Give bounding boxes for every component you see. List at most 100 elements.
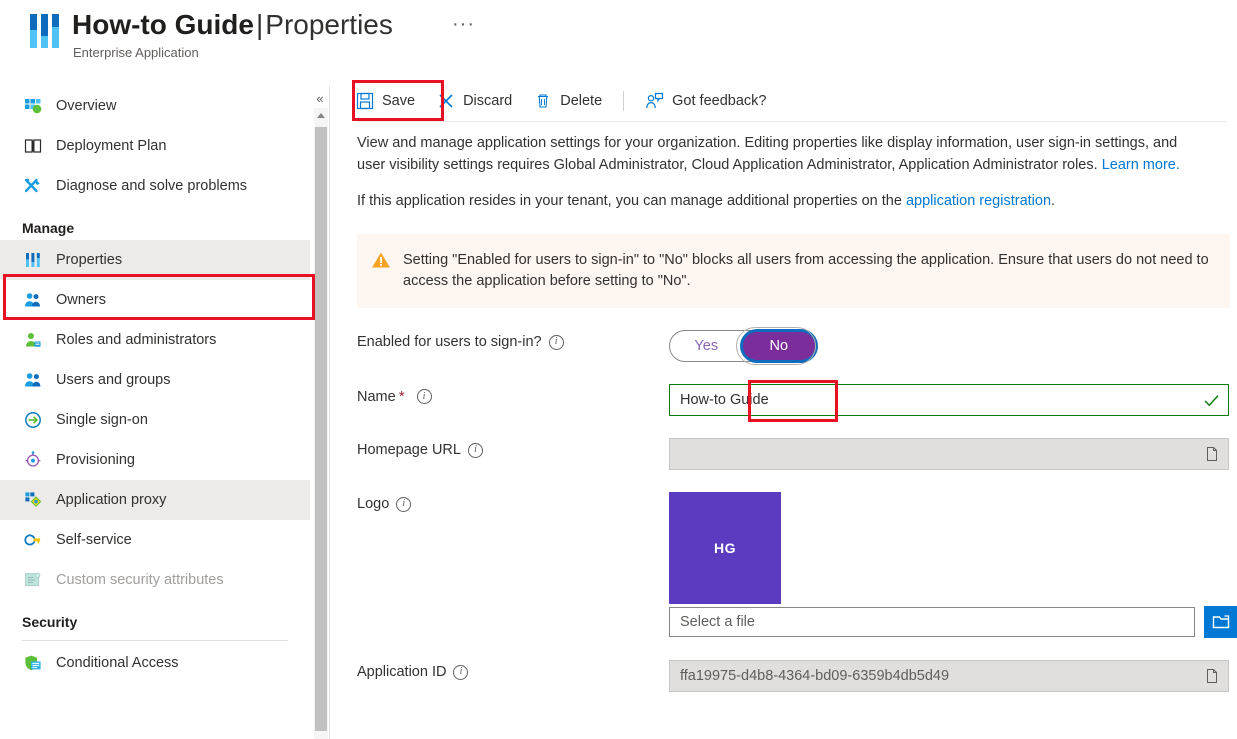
sidebar-item-label: Application proxy xyxy=(56,491,166,509)
application-id-label: Application ID xyxy=(357,664,446,680)
field-row-homepage-url: Homepage URL i xyxy=(357,438,1237,470)
got-feedback-label: Got feedback? xyxy=(672,93,766,109)
delete-button[interactable]: Delete xyxy=(523,84,613,118)
folder-browse-icon[interactable] xyxy=(1204,606,1237,638)
enabled-signin-toggle[interactable]: Yes No xyxy=(669,330,817,362)
sidebar-nav: Overview Deployment Plan Diagnose and solv… xyxy=(0,86,310,739)
description-1-text: View and manage application settings for… xyxy=(357,135,1177,173)
conditional-access-shield-icon xyxy=(22,654,44,672)
logo-file-input[interactable]: Select a file xyxy=(669,607,1195,637)
sidebar-item-label: Conditional Access xyxy=(56,654,179,672)
command-bar: Save Discard Delete Got feedback? xyxy=(345,82,777,120)
enabled-signin-label-group: Enabled for users to sign-in? i xyxy=(357,330,669,350)
sidebar-item-properties[interactable]: Properties xyxy=(0,240,310,280)
learn-more-link[interactable]: Learn more. xyxy=(1102,157,1180,173)
description-paragraph-2: If this application resides in your tena… xyxy=(357,190,1187,212)
copy-icon[interactable] xyxy=(1204,446,1220,462)
collapse-sidebar-icon[interactable]: « xyxy=(310,89,330,109)
application-id-value: ffa19975-d4b8-4364-bd09-6359b4db5d49 xyxy=(680,668,1204,684)
feedback-person-icon xyxy=(645,92,664,110)
command-bar-underline xyxy=(357,121,1227,122)
sidebar-item-label: Owners xyxy=(56,291,106,309)
logo-control: HG Select a file xyxy=(669,492,1237,638)
homepage-url-input[interactable] xyxy=(669,438,1229,470)
page-subtitle: Enterprise Application xyxy=(73,45,199,60)
info-icon[interactable]: i xyxy=(417,389,432,404)
name-input[interactable]: How-to Guide xyxy=(669,384,1229,416)
sidebar-item-overview[interactable]: Overview xyxy=(0,86,310,126)
application-id-input[interactable]: ffa19975-d4b8-4364-bd09-6359b4db5d49 xyxy=(669,660,1229,692)
wrench-screwdriver-icon xyxy=(22,177,44,195)
properties-bars-icon xyxy=(24,14,64,54)
sidebar-item-owners[interactable]: Owners xyxy=(0,280,310,320)
single-sign-on-arrow-icon xyxy=(22,411,44,429)
enabled-signin-control: Yes No xyxy=(669,330,1237,362)
sidebar-item-roles-and-administrators[interactable]: Roles and administrators xyxy=(0,320,310,360)
save-button[interactable]: Save xyxy=(345,84,426,118)
sidebar-item-single-sign-on[interactable]: Single sign-on xyxy=(0,400,310,440)
sidebar-item-application-proxy[interactable]: Application proxy xyxy=(0,480,310,520)
sidebar-item-label: Deployment Plan xyxy=(56,137,166,155)
delete-label: Delete xyxy=(560,93,602,109)
got-feedback-button[interactable]: Got feedback? xyxy=(634,84,777,118)
info-icon[interactable]: i xyxy=(468,443,483,458)
self-service-key-icon xyxy=(22,531,44,549)
page-title-app: How-to Guide xyxy=(72,9,254,40)
users-groups-icon xyxy=(22,371,44,389)
page-title-section: Properties xyxy=(265,9,393,40)
application-proxy-icon xyxy=(22,491,44,509)
homepage-url-control xyxy=(669,438,1237,470)
scroll-up-arrow-icon[interactable] xyxy=(314,108,328,123)
main-content: View and manage application settings for… xyxy=(357,132,1237,692)
info-icon[interactable]: i xyxy=(396,497,411,512)
discard-button[interactable]: Discard xyxy=(426,84,523,118)
description-2-text: If this application resides in your tena… xyxy=(357,193,906,209)
copy-icon[interactable] xyxy=(1204,668,1220,684)
toggle-option-no[interactable]: No xyxy=(743,332,816,360)
application-id-control: ffa19975-d4b8-4364-bd09-6359b4db5d49 xyxy=(669,660,1237,692)
toggle-option-yes[interactable]: Yes xyxy=(670,331,743,361)
owners-people-icon xyxy=(22,291,44,309)
sidebar-item-custom-security-attributes: Custom security attributes xyxy=(0,560,310,600)
enabled-signin-label: Enabled for users to sign-in? xyxy=(357,334,542,350)
logo-preview: HG xyxy=(669,492,781,604)
logo-file-row: Select a file xyxy=(669,606,1237,638)
homepage-url-label-group: Homepage URL i xyxy=(357,438,669,458)
homepage-url-label: Homepage URL xyxy=(357,442,461,458)
discard-label: Discard xyxy=(463,93,512,109)
scrollbar-thumb[interactable] xyxy=(315,127,327,731)
book-icon xyxy=(22,137,44,155)
sidebar-item-users-and-groups[interactable]: Users and groups xyxy=(0,360,310,400)
command-bar-separator xyxy=(623,91,624,111)
green-check-icon xyxy=(1203,393,1220,408)
sidebar-item-provisioning[interactable]: Provisioning xyxy=(0,440,310,480)
name-label-group: Name * i xyxy=(357,384,669,405)
sidebar-item-diagnose-and-solve-problems[interactable]: Diagnose and solve problems xyxy=(0,166,310,206)
logo-file-placeholder: Select a file xyxy=(680,614,755,630)
info-icon[interactable]: i xyxy=(453,665,468,680)
logo-label-group: Logo i xyxy=(357,492,669,512)
sidebar-section-rule xyxy=(22,640,288,641)
sidebar-item-label: Users and groups xyxy=(56,371,170,389)
sidebar-item-conditional-access[interactable]: Conditional Access xyxy=(0,643,310,683)
name-control: How-to Guide xyxy=(669,384,1237,416)
warning-text: Setting "Enabled for users to sign-in" t… xyxy=(403,250,1216,292)
application-registration-link[interactable]: application registration xyxy=(906,193,1051,209)
sidebar-item-deployment-plan[interactable]: Deployment Plan xyxy=(0,126,310,166)
page-title: How-to Guide|Properties xyxy=(72,8,393,42)
page-title-separator: | xyxy=(254,9,265,40)
sidebar-item-self-service[interactable]: Self-service xyxy=(0,520,310,560)
sidebar-item-label: Self-service xyxy=(56,531,132,549)
provisioning-cycle-icon xyxy=(22,451,44,469)
trash-icon xyxy=(534,92,552,110)
more-options-icon[interactable]: ··· xyxy=(452,14,475,34)
custom-security-attributes-icon xyxy=(22,571,44,589)
sidebar-item-label: Custom security attributes xyxy=(56,571,224,589)
name-label: Name xyxy=(357,389,396,405)
sidebar-scrollbar[interactable] xyxy=(314,108,328,739)
logo-label: Logo xyxy=(357,496,389,512)
overview-grid-icon xyxy=(22,97,44,115)
roles-person-icon xyxy=(22,331,44,349)
info-icon[interactable]: i xyxy=(549,335,564,350)
properties-bars-icon xyxy=(22,251,44,269)
